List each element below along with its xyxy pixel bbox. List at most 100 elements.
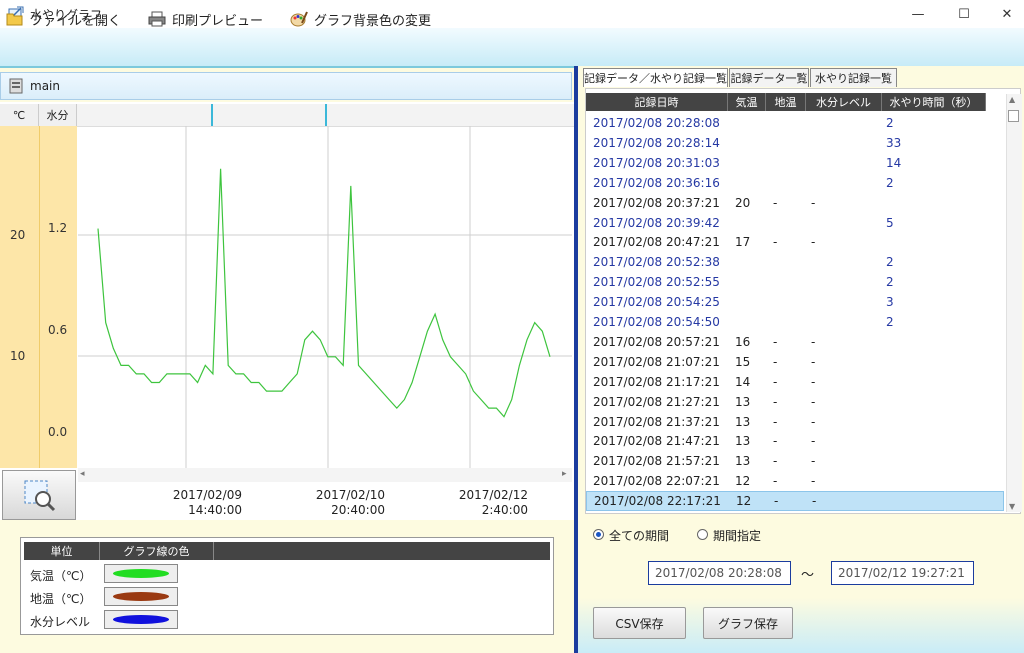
main-panel-header: main: [0, 72, 572, 100]
table-row[interactable]: 2017/02/08 20:54:50 2: [586, 312, 1004, 332]
legend-label: 地温（℃）: [30, 592, 92, 606]
col-soil[interactable]: 地温: [766, 93, 806, 111]
cell-datetime: 2017/02/08 20:39:42: [593, 215, 720, 230]
level-color-button[interactable]: [104, 610, 178, 629]
cell-temp: 16: [735, 334, 751, 349]
legend-label: 水分レベル: [30, 615, 91, 629]
legend-head-unit: 単位: [24, 542, 100, 560]
marker-line: [325, 104, 327, 126]
cell-temp: 17: [735, 235, 751, 250]
maximize-button[interactable]: ☐: [941, 0, 987, 28]
printer-icon: [148, 11, 166, 27]
table-header: 記録日時 気温 地温 水分レベル 水やり時間（秒）: [586, 93, 986, 111]
table-row[interactable]: 2017/02/08 21:17:21 14 - -: [586, 372, 1004, 392]
tab-records[interactable]: 記録データ一覧: [729, 68, 809, 87]
chart-horizontal-scrollbar[interactable]: [78, 468, 572, 482]
table-row[interactable]: 2017/02/08 20:31:03 14: [586, 153, 1004, 173]
table-row[interactable]: 2017/02/08 21:57:21 13 - -: [586, 451, 1004, 471]
csv-save-button[interactable]: CSV保存: [593, 607, 686, 639]
cell-soil: -: [773, 195, 778, 210]
cell-water: 33: [886, 135, 902, 150]
cell-soil: -: [773, 334, 778, 349]
cell-level: -: [811, 354, 816, 369]
table-row[interactable]: 2017/02/08 20:52:38 2: [586, 252, 1004, 272]
cell-temp: 14: [735, 374, 751, 389]
line-chart: [78, 126, 572, 468]
radio-all-period[interactable]: [593, 529, 604, 540]
open-file-button[interactable]: ファイルを開く: [6, 8, 121, 30]
cell-water: 14: [886, 155, 902, 170]
table-row[interactable]: 2017/02/08 22:17:21 12 - -: [586, 491, 1004, 512]
table-row[interactable]: 2017/02/08 20:39:42 5: [586, 213, 1004, 233]
table-row[interactable]: 2017/02/08 20:52:55 2: [586, 272, 1004, 292]
table-row[interactable]: 2017/02/08 21:37:21 13 - -: [586, 412, 1004, 432]
cell-level: -: [811, 394, 816, 409]
minimize-button[interactable]: —: [895, 0, 941, 28]
cell-temp: 12: [736, 494, 752, 509]
temp-axis: [0, 126, 39, 468]
cell-datetime: 2017/02/08 21:07:21: [593, 354, 720, 369]
table-row[interactable]: 2017/02/08 21:07:21 15 - -: [586, 352, 1004, 372]
cell-water: 2: [886, 275, 894, 290]
close-button[interactable]: ✕: [984, 0, 1024, 28]
cell-soil: -: [773, 394, 778, 409]
soil-color-button[interactable]: [104, 587, 178, 606]
table-row[interactable]: 2017/02/08 21:27:21 13 - -: [586, 392, 1004, 412]
bg-color-label: グラフ背景色の変更: [314, 13, 432, 29]
x-tick-date: 2017/02/10: [315, 488, 385, 502]
cell-level: -: [811, 434, 816, 449]
cell-water: 2: [886, 255, 894, 270]
cell-soil: -: [773, 474, 778, 489]
level-color-swatch: [113, 615, 169, 624]
col-temp[interactable]: 気温: [728, 93, 766, 111]
table-row[interactable]: 2017/02/08 20:57:21 16 - -: [586, 332, 1004, 352]
cell-datetime: 2017/02/08 20:47:21: [593, 235, 720, 250]
table-row[interactable]: 2017/02/08 20:36:16 2: [586, 173, 1004, 193]
zoom-button[interactable]: [2, 470, 76, 520]
series-line-water: [97, 168, 551, 418]
tab-watering[interactable]: 水やり記録一覧: [810, 68, 897, 87]
cell-level: -: [811, 235, 816, 250]
cell-level: -: [811, 414, 816, 429]
cell-water: 2: [886, 116, 894, 130]
table-row[interactable]: 2017/02/08 20:37:21 20 - -: [586, 193, 1004, 213]
graph-save-button[interactable]: グラフ保存: [703, 607, 793, 639]
cell-level: -: [811, 195, 816, 210]
tab-all-records[interactable]: 記録データ／水やり記録一覧: [583, 68, 728, 87]
scroll-left-icon[interactable]: ◂: [80, 469, 85, 479]
x-tick-date: 2017/02/12: [458, 488, 528, 502]
print-preview-button[interactable]: 印刷プレビュー: [148, 8, 263, 30]
col-datetime[interactable]: 記録日時: [586, 93, 728, 111]
scroll-right-icon[interactable]: ▸: [562, 469, 567, 479]
table-row[interactable]: 2017/02/08 22:07:21 12 - -: [586, 471, 1004, 491]
table-row[interactable]: 2017/02/08 20:47:21 17 - -: [586, 232, 1004, 252]
open-file-label: ファイルを開く: [30, 13, 122, 29]
scroll-down-icon[interactable]: ▼: [1009, 502, 1015, 511]
date-from-input[interactable]: 2017/02/08 20:28:08: [648, 561, 791, 585]
soil-color-swatch: [113, 592, 169, 601]
cell-level: -: [811, 334, 816, 349]
cell-water: 3: [886, 295, 894, 310]
col-level[interactable]: 水分レベル: [806, 93, 882, 111]
cell-soil: -: [774, 494, 779, 509]
bg-color-button[interactable]: グラフ背景色の変更: [290, 8, 431, 30]
radio-range-period[interactable]: [697, 529, 708, 540]
scroll-thumb[interactable]: [1008, 110, 1019, 122]
col-watering[interactable]: 水やり時間（秒）: [882, 93, 986, 111]
table-row[interactable]: 2017/02/08 20:28:14 33: [586, 133, 1004, 153]
cell-temp: 12: [735, 474, 751, 489]
zoom-icon: [24, 480, 56, 512]
cell-soil: -: [773, 414, 778, 429]
marker-line: [211, 104, 213, 126]
cell-datetime: 2017/02/08 20:54:25: [593, 295, 720, 310]
date-to-input[interactable]: 2017/02/12 19:27:21: [831, 561, 974, 585]
temp-axis-header: ℃: [0, 104, 39, 126]
cell-datetime: 2017/02/08 20:28:08: [593, 116, 720, 130]
table-row[interactable]: 2017/02/08 20:28:08 2: [586, 113, 1004, 133]
legend-head-color: グラフ線の色: [100, 542, 214, 560]
scroll-up-icon[interactable]: ▲: [1009, 95, 1015, 104]
table-vertical-scrollbar[interactable]: [1006, 94, 1022, 512]
temp-color-button[interactable]: [104, 564, 178, 583]
table-row[interactable]: 2017/02/08 21:47:21 13 - -: [586, 431, 1004, 451]
table-row[interactable]: 2017/02/08 20:54:25 3: [586, 292, 1004, 312]
